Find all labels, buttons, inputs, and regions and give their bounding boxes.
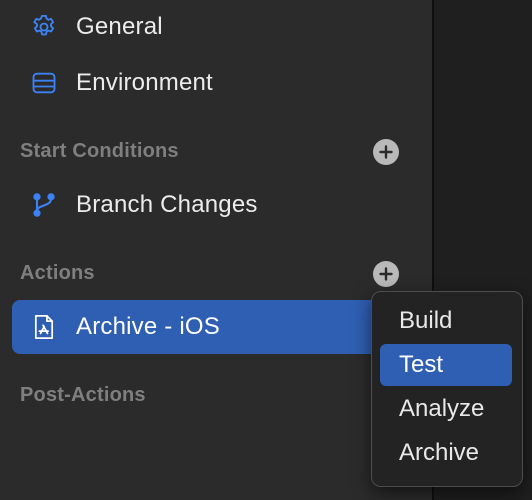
app-store-icon bbox=[30, 313, 58, 341]
menu-item-label: Test bbox=[399, 351, 444, 378]
menu-item-test[interactable]: Test bbox=[380, 344, 512, 386]
add-action-button[interactable] bbox=[373, 261, 399, 287]
section-header-start-conditions: Start Conditions bbox=[20, 140, 179, 162]
menu-item-analyze[interactable]: Analyze bbox=[380, 388, 512, 430]
section-header-post-actions: Post-Actions bbox=[20, 384, 146, 406]
sidebar-item-label: General bbox=[76, 13, 163, 40]
add-start-condition-button[interactable] bbox=[373, 139, 399, 165]
sidebar-item-label: Branch Changes bbox=[76, 191, 258, 218]
menu-item-archive[interactable]: Archive bbox=[380, 432, 512, 474]
branch-icon bbox=[30, 191, 58, 219]
menu-item-label: Build bbox=[399, 307, 453, 334]
sidebar-item-environment[interactable]: Environment bbox=[12, 56, 404, 110]
menu-item-label: Analyze bbox=[399, 395, 485, 422]
sidebar-item-label: Environment bbox=[76, 69, 213, 96]
menu-item-label: Archive bbox=[399, 439, 480, 466]
section-header-actions: Actions bbox=[20, 262, 95, 284]
plus-circle-icon bbox=[379, 267, 393, 281]
sidebar-item-general[interactable]: General bbox=[12, 0, 404, 54]
server-icon bbox=[30, 69, 58, 97]
sidebar-item-branch-changes[interactable]: Branch Changes bbox=[12, 178, 404, 232]
sidebar-item-label: Archive - iOS bbox=[76, 313, 220, 340]
sidebar: General Environment Start Conditions Bra… bbox=[0, 0, 432, 500]
add-action-menu: Build Test Analyze Archive bbox=[371, 291, 523, 487]
gear-icon bbox=[30, 13, 58, 41]
plus-circle-icon bbox=[379, 145, 393, 159]
sidebar-item-archive-ios[interactable]: Archive - iOS bbox=[12, 300, 404, 354]
menu-item-build[interactable]: Build bbox=[380, 300, 512, 342]
